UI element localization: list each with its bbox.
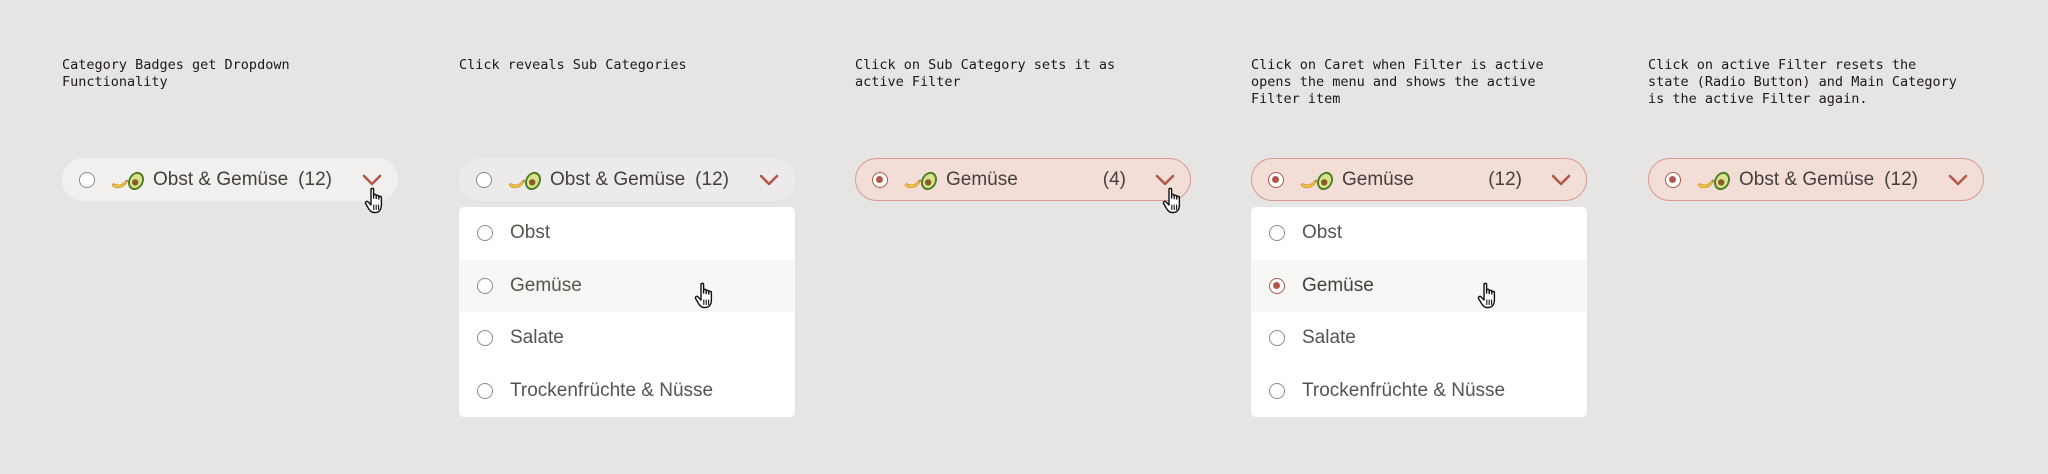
step-4: Click on Caret when Filter is active ope… [1251, 0, 1587, 474]
radio-button[interactable] [476, 171, 492, 188]
radio-button-selected[interactable] [872, 171, 888, 188]
radio-button[interactable] [477, 225, 493, 242]
banana-avocado-emoji-icon [110, 169, 146, 191]
radio-button[interactable] [1269, 382, 1285, 399]
badge-label: Obst & Gemüse [550, 168, 686, 190]
radio-button[interactable] [477, 330, 493, 347]
step-2: Click reveals Sub Categories Obst & Gemü… [459, 0, 795, 474]
step-5: Click on active Filter resets the state … [1648, 0, 1984, 474]
menu-item-label: Salate [510, 327, 564, 349]
hand-cursor-icon [1161, 186, 1187, 216]
chevron-down-icon[interactable] [758, 173, 780, 187]
badge-count: (12) [1488, 168, 1522, 190]
chevron-down-icon[interactable] [1154, 173, 1176, 187]
step-caption: Click on Caret when Filter is active ope… [1251, 57, 1544, 107]
hand-cursor-icon [693, 281, 719, 311]
chevron-down-icon[interactable] [1947, 173, 1969, 187]
badge-label: Obst & Gemüse [153, 168, 289, 190]
category-badge[interactable]: Obst & Gemüse (12) [459, 158, 795, 201]
step-3: Click on Sub Category sets it as active … [855, 0, 1191, 474]
badge-label: Gemüse [946, 168, 1018, 190]
menu-item-label: Obst [510, 222, 551, 244]
menu-item-label: Trockenfrüchte & Nüsse [1302, 379, 1506, 401]
menu-item-gemuese[interactable]: Gemüse [459, 259, 795, 312]
banana-avocado-emoji-icon [1696, 169, 1732, 191]
menu-item-gemuese[interactable]: Gemüse [1251, 259, 1587, 312]
banana-avocado-emoji-icon [507, 169, 543, 191]
category-badge-active[interactable]: Obst & Gemüse (12) [1648, 158, 1984, 201]
badge-label: Obst & Gemüse [1739, 168, 1875, 190]
badge-count: (4) [1102, 168, 1126, 190]
chevron-down-icon[interactable] [1550, 173, 1572, 187]
category-badge-active[interactable]: Gemüse (12) [1251, 158, 1587, 201]
radio-button[interactable] [1269, 330, 1285, 347]
subcategory-menu: Obst Gemüse Salate Trockenfrüchte & Nüss… [459, 207, 795, 417]
hand-cursor-icon [363, 186, 389, 216]
step-caption: Click reveals Sub Categories [459, 57, 687, 73]
menu-item-label: Salate [1302, 327, 1356, 349]
badge-count: (12) [298, 168, 332, 190]
radio-button-selected[interactable] [1268, 171, 1284, 188]
radio-button-selected[interactable] [1269, 277, 1285, 294]
menu-item-label: Gemüse [510, 274, 582, 296]
menu-item-label: Trockenfrüchte & Nüsse [510, 379, 714, 401]
badge-count: (12) [695, 168, 729, 190]
radio-button[interactable] [1269, 225, 1285, 242]
menu-item-salate[interactable]: Salate [1251, 312, 1587, 365]
step-caption: Click on Sub Category sets it as active … [855, 57, 1116, 90]
step-caption: Click on active Filter resets the state … [1648, 57, 1957, 107]
radio-button[interactable] [477, 277, 493, 294]
hand-cursor-icon [1476, 281, 1502, 311]
step-1: Category Badges get Dropdown Functionali… [62, 0, 398, 474]
category-badge-active[interactable]: Gemüse (4) [855, 158, 1191, 201]
badge-label: Gemüse [1342, 168, 1414, 190]
badge-count: (12) [1884, 168, 1918, 190]
category-badge[interactable]: Obst & Gemüse (12) [62, 158, 398, 201]
step-caption: Category Badges get Dropdown Functionali… [62, 57, 290, 90]
subcategory-menu: Obst Gemüse Salate Trockenfrüchte & Nüss… [1251, 207, 1587, 417]
menu-item-label: Obst [1302, 222, 1343, 244]
menu-item-label: Gemüse [1302, 274, 1374, 296]
radio-button[interactable] [477, 382, 493, 399]
menu-item-salate[interactable]: Salate [459, 312, 795, 365]
menu-item-obst[interactable]: Obst [459, 207, 795, 260]
chevron-down-icon[interactable] [361, 173, 383, 187]
radio-button-selected[interactable] [1665, 171, 1681, 188]
menu-item-trockenfruechte[interactable]: Trockenfrüchte & Nüsse [1251, 365, 1587, 418]
banana-avocado-emoji-icon [903, 169, 939, 191]
banana-avocado-emoji-icon [1299, 169, 1335, 191]
radio-button[interactable] [79, 171, 95, 188]
menu-item-trockenfruechte[interactable]: Trockenfrüchte & Nüsse [459, 365, 795, 418]
menu-item-obst[interactable]: Obst [1251, 207, 1587, 260]
